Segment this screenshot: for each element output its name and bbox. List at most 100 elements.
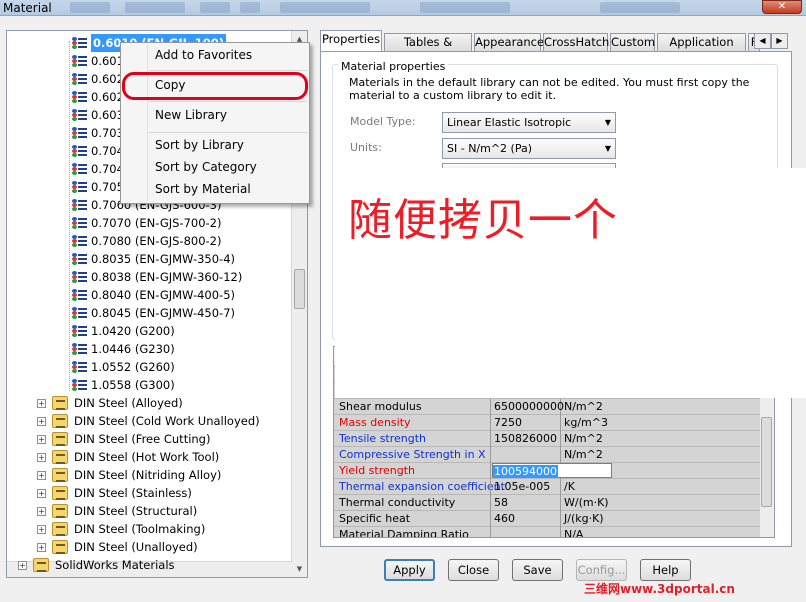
watermark: 三维网www.3dportal.cn [584,582,735,596]
column-divider [490,415,491,431]
column-divider [560,447,561,463]
table-row[interactable]: Tensile strength 150826000 N/m^2 [334,431,760,447]
material-icon [72,90,88,104]
value-edit-field[interactable]: 100594000 [492,463,612,478]
config-button[interactable]: Config... [576,559,627,581]
table-row[interactable]: Specific heat 460 J/(kg·K) [334,511,760,527]
column-divider [560,511,561,527]
expand-icon[interactable]: + [37,417,46,426]
table-row[interactable]: Thermal expansion coefficient 1.05e-005/K [334,479,760,495]
menu-item-new-library[interactable]: New Library [155,108,227,122]
tab-custom[interactable]: Custom [610,33,655,52]
property-name: Yield strength [339,464,416,477]
material-icon [72,36,88,50]
category-label: DIN Steel (Alloyed) [74,396,183,410]
apply-button[interactable]: Apply [384,559,435,581]
menu-gutter [147,45,148,201]
property-name: Thermal conductivity [339,496,456,509]
property-value[interactable]: 7250 [494,415,522,430]
property-name: Thermal expansion coefficient [339,480,505,493]
material-label: 1.0446 (G230) [91,342,175,356]
tab-appearance[interactable]: Appearance [474,33,544,52]
category-folder-icon [52,540,68,554]
column-divider [560,495,561,511]
scroll-down-icon[interactable]: ▼ [292,561,307,577]
expand-icon[interactable]: + [37,525,46,534]
close-icon: ✕ [777,1,787,12]
category-folder-icon [52,450,68,464]
expand-icon[interactable]: + [37,471,46,480]
tab-application-data[interactable]: Application Data [657,33,746,66]
material-icon [72,108,88,122]
expand-icon[interactable]: + [37,435,46,444]
property-value[interactable]: 150826000 [494,431,557,446]
expand-icon[interactable]: + [37,507,46,516]
menu-item-sort-by-library[interactable]: Sort by Library [155,138,244,152]
property-name: Compressive Strength in X [339,448,486,461]
table-row[interactable]: Thermal conductivity 58 W/(m·K) [334,495,760,511]
expand-icon[interactable]: + [37,399,46,408]
library-label: SolidWorks Materials [55,558,175,572]
material-label: 0.8040 (EN-GJMW-400-5) [91,288,236,302]
property-unit: kg/m^3 [564,416,608,429]
menu-separator [149,70,307,71]
menu-separator [149,132,307,133]
category-folder-icon [52,522,68,536]
model-type-dropdown[interactable]: Linear Elastic Isotropic ▼ [442,112,616,133]
material-icon [72,54,88,68]
tab-properties[interactable]: Properties [320,30,382,52]
tab-tables-curves[interactable]: Tables & Curves [384,33,472,66]
selected-value: 100594000 [493,465,558,478]
category-folder-icon [52,486,68,500]
column-divider [560,479,561,495]
property-unit: N/A [564,528,584,538]
menu-item-add-to-favorites[interactable]: Add to Favorites [155,48,252,62]
units-dropdown[interactable]: SI - N/m^2 (Pa) ▼ [442,138,616,159]
scroll-thumb[interactable] [761,417,772,507]
menu-item-sort-by-category[interactable]: Sort by Category [155,160,257,174]
scroll-thumb[interactable] [294,269,305,309]
help-button[interactable]: Help [640,559,691,581]
tab-strip: PropertiesTables & CurvesAppearanceCross… [320,30,792,66]
table-row[interactable]: Material Damping Ratio N/A [334,527,760,538]
property-unit: N/m^2 [564,432,603,445]
expand-icon[interactable]: + [37,543,46,552]
property-unit: N/m^2 [564,448,603,461]
context-menu: Add to Favorites Copy New Library Sort by L… [120,42,310,204]
table-row[interactable]: Shear modulus 6500000000 N/m^2 [334,399,760,415]
table-row[interactable]: Mass density 7250 kg/m^3 [334,415,760,431]
property-value[interactable]: 58 [494,495,508,510]
material-icon [72,342,88,356]
expand-icon[interactable]: + [37,453,46,462]
tab-scroll-left-icon[interactable]: ◀ [754,33,771,49]
model-type-value: Linear Elastic Isotropic [447,116,572,129]
menu-item-sort-by-material[interactable]: Sort by Material [155,182,251,196]
material-label: 1.0420 (G200) [91,324,175,338]
category-folder-icon [52,414,68,428]
toolbar-blur [200,2,230,13]
toolbar-blur [280,2,370,13]
category-label: DIN Steel (Structural) [74,504,198,518]
category-label: DIN Steel (Nitriding Alloy) [74,468,222,482]
column-divider [560,527,561,537]
table-row[interactable]: Compressive Strength in X N/m^2 [334,447,760,463]
table-row[interactable]: Yield strength 100594000 [334,463,760,479]
property-value[interactable]: 6500000000 [494,399,564,414]
tab-scroll-right-icon[interactable]: ▶ [771,33,788,49]
window-close-button[interactable]: ✕ [762,0,802,14]
copy-highlight-ring [122,72,308,100]
close-button[interactable]: Close [448,559,499,581]
property-value[interactable]: 460 [494,511,515,526]
property-value[interactable]: 1.05e-005 [494,479,550,494]
expand-icon[interactable]: + [37,489,46,498]
column-divider [560,415,561,431]
material-label: 1.0552 (G260) [91,360,175,374]
property-unit: N/m^2 [564,400,603,413]
material-icon [72,144,88,158]
category-folder-icon [52,468,68,482]
tab-crosshatch[interactable]: CrossHatch [543,33,609,52]
material-label: 0.7080 (EN-GJS-800-2) [91,234,222,248]
save-button[interactable]: Save [512,559,563,581]
material-label: 0.704 [91,162,124,176]
expand-icon[interactable]: + [18,561,27,570]
